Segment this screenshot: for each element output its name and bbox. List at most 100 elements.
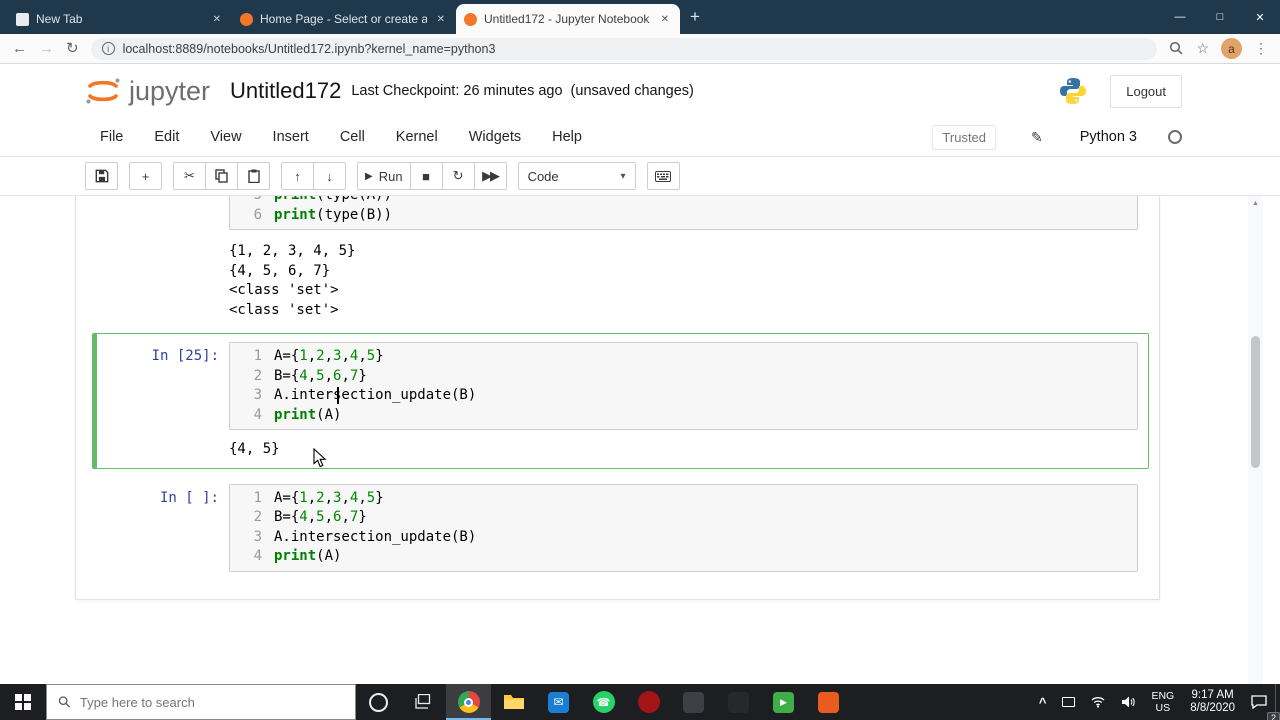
move-cell-up-button[interactable]: ↑: [281, 162, 314, 190]
taskbar-orange-app-button[interactable]: [806, 684, 851, 720]
interrupt-kernel-button[interactable]: ■: [409, 162, 443, 190]
cell-type-value: Code: [527, 168, 559, 184]
forward-icon[interactable]: →: [39, 41, 54, 56]
logout-button[interactable]: Logout: [1110, 74, 1182, 108]
search-input[interactable]: [79, 694, 344, 710]
code-line: 5 print(type(A)): [234, 196, 1133, 206]
scrollbar-thumb[interactable]: [1251, 336, 1260, 468]
output-line: <class 'set'>: [229, 282, 339, 298]
taskbar-red-app-button[interactable]: [626, 684, 671, 720]
taskbar-dark-app-1-button[interactable]: [671, 684, 716, 720]
menu-edit[interactable]: Edit: [154, 129, 179, 145]
tab-title: Home Page - Select or create a n: [260, 12, 427, 26]
new-tab-button[interactable]: +: [690, 7, 700, 27]
jupyter-favicon: [240, 12, 253, 26]
browser-menu-icon[interactable]: ⋮: [1254, 40, 1268, 57]
taskbar-dark-app-2-button[interactable]: [716, 684, 761, 720]
taskbar-clock[interactable]: 9:17 AM 8/8/2020: [1182, 684, 1243, 720]
zoom-icon[interactable]: [1169, 41, 1184, 56]
tray-volume-button[interactable]: [1113, 684, 1143, 720]
scroll-up-arrow-icon[interactable]: ▲: [1248, 200, 1263, 207]
url-omnibox[interactable]: i localhost:8889/notebooks/Untitled172.i…: [90, 37, 1158, 60]
minimize-button[interactable]: —: [1160, 0, 1200, 34]
menu-cell[interactable]: Cell: [340, 129, 365, 145]
command-palette-button[interactable]: [646, 162, 680, 190]
code-cell-empty[interactable]: In [ ]: 1 A={1,2,3,4,5} 2 B={4,5,6,7} 3: [92, 475, 1149, 581]
language-indicator[interactable]: ENG US: [1143, 684, 1182, 720]
kernel-name: Python 3: [1079, 129, 1137, 145]
windows-taskbar: ✉ ☎ ▶ ^: [0, 684, 1280, 720]
menu-widgets[interactable]: Widgets: [469, 129, 521, 145]
insert-cell-below-button[interactable]: +: [129, 162, 162, 190]
bookmark-star-icon[interactable]: ☆: [1196, 40, 1209, 57]
menu-insert[interactable]: Insert: [273, 129, 309, 145]
tray-monitor-button[interactable]: [1054, 684, 1083, 720]
reload-icon[interactable]: ↻: [66, 41, 79, 56]
profile-avatar[interactable]: a: [1221, 38, 1242, 59]
code-editor[interactable]: 1 A={1,2,3,4,5} 2 B={4,5,6,7} 3 A.inters…: [229, 342, 1138, 430]
code-editor[interactable]: 1 A={1,2,3,4,5} 2 B={4,5,6,7} 3 A.inters…: [229, 483, 1138, 572]
jupyter-logo-text: jupyter: [129, 75, 211, 106]
output-line: {4, 5}: [229, 441, 280, 457]
taskbar-whatsapp-button[interactable]: ☎: [581, 684, 626, 720]
cortana-button[interactable]: [356, 684, 401, 720]
line-number: 3: [253, 387, 262, 403]
page-scrollbar[interactable]: ▲: [1248, 196, 1263, 684]
output-lines: {1, 2, 3, 4, 5} {4, 5, 6, 7} <class 'set…: [229, 242, 355, 320]
notebook-title[interactable]: Untitled172: [230, 78, 341, 104]
restart-run-all-button[interactable]: ▶▶: [473, 162, 507, 190]
taskbar-green-app-button[interactable]: ▶: [761, 684, 806, 720]
edit-mode-pencil-icon: ✎: [1031, 128, 1043, 145]
tab-close-icon[interactable]: ✕: [210, 13, 224, 26]
clipboard-button-group: ✂: [173, 162, 270, 190]
input-prompt: In [25]:: [151, 348, 219, 364]
tab-new-tab[interactable]: New Tab ✕: [8, 4, 232, 34]
code-cell-25-selected[interactable]: In [25]: 1 A={1,2,3,4,5} 2 B={4,5,6,7} 3: [92, 333, 1149, 469]
trusted-badge[interactable]: Trusted: [932, 124, 997, 150]
tray-network-button[interactable]: [1083, 684, 1113, 720]
run-icon: ▶: [365, 170, 373, 182]
tab-home-page[interactable]: Home Page - Select or create a n ✕: [232, 4, 456, 34]
tab-untitled172-active[interactable]: Untitled172 - Jupyter Notebook ✕: [456, 4, 680, 34]
tray-expand-button[interactable]: ^: [1031, 684, 1055, 720]
notebook-menubar: File Edit View Insert Cell Kernel Widget…: [0, 118, 1280, 157]
line-number: 1: [253, 348, 262, 364]
jupyter-logo[interactable]: jupyter: [85, 76, 210, 107]
action-center-button[interactable]: 2: [1243, 684, 1280, 720]
menu-kernel[interactable]: Kernel: [396, 129, 438, 145]
copy-cell-button[interactable]: [205, 162, 238, 190]
tab-close-icon[interactable]: ✕: [434, 13, 448, 26]
run-button[interactable]: ▶ Run: [357, 162, 411, 190]
code-editor[interactable]: 5 print(type(A)) 6 print(type(B)): [229, 196, 1138, 230]
tab-title: New Tab: [36, 12, 83, 26]
code-line: 4 print(A): [234, 547, 1133, 567]
back-icon[interactable]: ←: [12, 41, 27, 56]
close-button[interactable]: ✕: [1240, 0, 1280, 34]
input-prompt: In [ ]:: [159, 489, 219, 506]
prompt-spacer: [105, 242, 229, 320]
menu-view[interactable]: View: [210, 129, 241, 145]
language-code: ENG: [1151, 690, 1175, 702]
move-cell-down-button[interactable]: ↓: [313, 162, 346, 190]
start-button[interactable]: [0, 684, 46, 720]
taskbar-search[interactable]: [46, 684, 356, 720]
restart-kernel-button[interactable]: ↻: [441, 162, 475, 190]
menu-help[interactable]: Help: [552, 129, 582, 145]
clock-date: 8/8/2020: [1190, 702, 1235, 714]
code-line: 2 B={4,5,6,7}: [234, 367, 1133, 387]
line-number: 4: [253, 406, 262, 423]
menu-file[interactable]: File: [100, 129, 123, 145]
site-info-icon[interactable]: i: [101, 42, 115, 55]
cut-cell-button[interactable]: ✂: [173, 162, 206, 190]
taskbar-mail-button[interactable]: ✉: [536, 684, 581, 720]
task-view-button[interactable]: [401, 684, 446, 720]
cell-type-dropdown[interactable]: Code ▾: [517, 162, 636, 190]
taskbar-chrome-button[interactable]: [446, 684, 491, 720]
code-text: A.intersection_update(B): [274, 387, 477, 403]
paste-cell-button[interactable]: [237, 162, 270, 190]
code-text: A.intersection_update(B): [274, 528, 477, 545]
taskbar-file-explorer-button[interactable]: [491, 684, 536, 720]
save-button[interactable]: [85, 162, 118, 190]
maximize-button[interactable]: □: [1200, 0, 1240, 34]
tab-close-icon[interactable]: ✕: [658, 13, 672, 26]
